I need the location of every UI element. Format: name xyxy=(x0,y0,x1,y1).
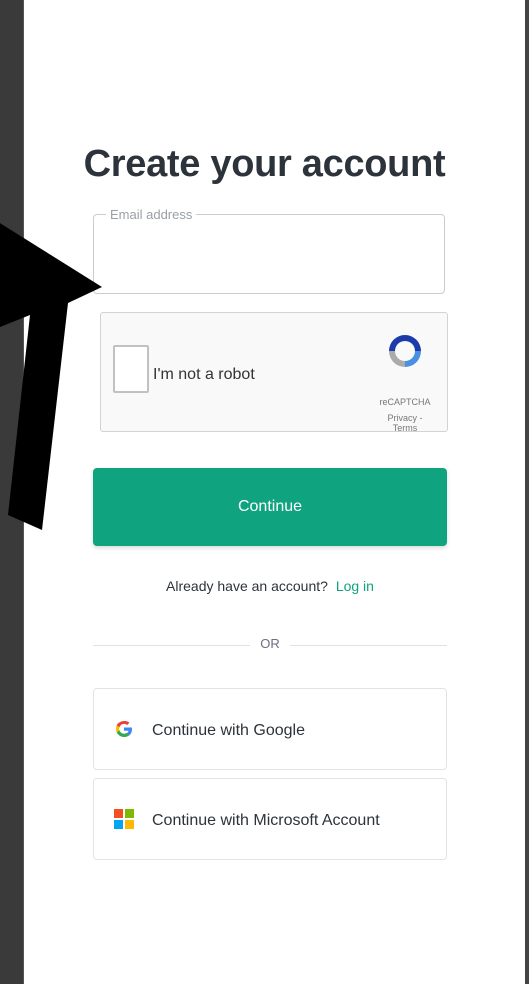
email-input[interactable] xyxy=(108,245,430,265)
login-link[interactable]: Log in xyxy=(336,578,374,594)
page: Create your account Email address I'm no… xyxy=(0,0,529,984)
recaptcha-checkbox[interactable] xyxy=(113,345,149,393)
login-row: Already have an account? Log in xyxy=(0,578,529,594)
email-field[interactable]: Email address xyxy=(93,207,445,294)
microsoft-login-label: Continue with Microsoft Account xyxy=(152,812,380,829)
recaptcha-label: I'm not a robot xyxy=(153,366,255,383)
recaptcha-icon xyxy=(389,335,421,367)
microsoft-icon xyxy=(114,809,134,829)
microsoft-login-button[interactable]: Continue with Microsoft Account xyxy=(93,778,447,860)
google-login-label: Continue with Google xyxy=(152,722,305,739)
recaptcha-brand: reCAPTCHA xyxy=(379,397,431,407)
or-label: OR xyxy=(250,636,290,651)
page-title: Create your account xyxy=(83,143,446,186)
login-prompt: Already have an account? xyxy=(166,578,328,594)
google-icon xyxy=(116,721,132,737)
google-login-button[interactable]: Continue with Google xyxy=(93,688,447,770)
continue-button[interactable]: Continue xyxy=(93,468,447,546)
email-field-label: Email address xyxy=(106,207,197,222)
recaptcha-links[interactable]: Privacy - Terms xyxy=(375,413,435,433)
recaptcha-widget: I'm not a robot reCAPTCHA Privacy - Term… xyxy=(100,312,448,433)
